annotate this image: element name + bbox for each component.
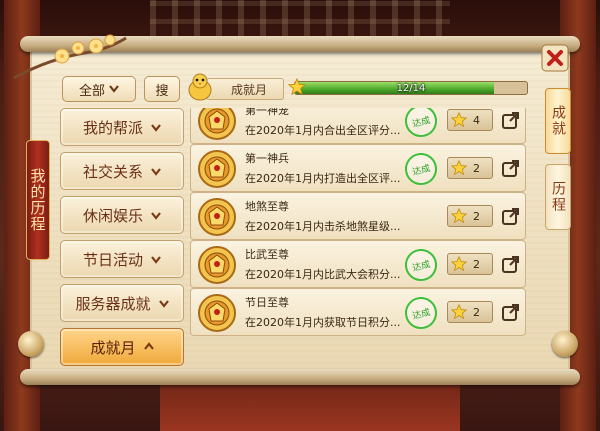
share-icon[interactable] [501,110,521,130]
reward-value: 2 [473,161,480,175]
chevron-down-icon [151,256,161,264]
reward-value: 2 [473,209,480,223]
menu-item-4[interactable]: 服务器成就 [60,284,184,322]
menu-item-2[interactable]: 休闲娱乐 [60,196,184,234]
menu-item-label: 休闲娱乐 [82,206,143,225]
star-icon [451,208,467,224]
achievement-row[interactable]: 比武至尊在2020年1月内比武大会积分... 达成 2 [190,240,526,288]
rod-knob-right [552,331,578,357]
achievement-desc: 在2020年1月内比武大会积分... [245,268,401,281]
completed-stamp: 达成 [401,245,441,285]
close-icon[interactable] [541,44,569,72]
category-menu: 我的帮派社交关系休闲娱乐节日活动服务器成就成就月 [60,108,184,372]
menu-item-label: 社交关系 [82,162,143,181]
achievement-emblem-icon [198,246,236,284]
achievement-title: 节日至尊 [245,296,289,309]
rod-knob-left [18,331,44,357]
reward-value: 4 [473,113,480,127]
achievement-row[interactable]: 节日至尊在2020年1月内获取节日积分... 达成 2 [190,288,526,336]
progress-text: 12/14 [396,82,426,94]
mascot-duck-icon [188,73,212,101]
star-icon [451,160,467,176]
share-icon[interactable] [501,206,521,226]
category-title: 成就月 [206,78,284,100]
completed-stamp: 达成 [401,149,441,189]
menu-item-label: 我的帮派 [82,118,143,137]
plum-blossom-decoration [13,34,127,80]
achievement-title: 地煞至尊 [245,200,289,213]
chevron-down-icon [158,300,169,308]
achievement-emblem-icon [198,198,236,236]
achievement-progress-bar: 12/14 [294,81,528,95]
search-button[interactable]: 搜 [144,76,180,102]
star-icon [451,304,467,320]
achievement-title: 第一神兵 [245,152,289,165]
tab-history[interactable]: 历程 [545,164,571,230]
menu-item-1[interactable]: 社交关系 [60,152,184,190]
reward-points: 2 [447,301,493,323]
menu-item-5[interactable]: 成就月 [60,328,184,366]
star-icon [451,256,467,272]
share-icon[interactable] [501,158,521,178]
achievement-emblem-icon [198,150,236,188]
achievement-desc: 在2020年1月内合出全区评分... [245,124,401,137]
menu-item-0[interactable]: 我的帮派 [60,108,184,146]
completed-stamp: 达成 [401,293,441,333]
menu-item-label: 服务器成就 [75,294,151,313]
achievement-emblem-icon [198,108,236,140]
reward-points: 4 [447,109,493,131]
achievement-desc: 在2020年1月内打造出全区评... [245,172,401,185]
achievement-desc: 在2020年1月内获取节日积分... [245,316,401,329]
star-icon [451,112,467,128]
achievement-desc: 在2020年1月内击杀地煞星级... [245,220,401,233]
share-icon[interactable] [501,254,521,274]
menu-item-3[interactable]: 节日活动 [60,240,184,278]
reward-value: 2 [473,305,480,319]
achievement-title: 比武至尊 [245,248,289,261]
achievement-row[interactable]: 第一神兵在2020年1月内打造出全区评... 达成 2 [190,144,526,192]
achievement-list[interactable]: 第一神宠 在2020年1月内合出全区评分... 达成 4 第一神兵 在2020年1月内打造… [190,108,530,360]
completed-stamp: 达成 [401,108,441,141]
reward-value: 2 [473,257,480,271]
reward-points: 2 [447,157,493,179]
menu-item-label: 成就月 [90,338,136,357]
achievement-row[interactable]: 第一神宠在2020年1月内合出全区评分... 达成 4 [190,108,526,144]
reward-points: 2 [447,253,493,275]
share-icon[interactable] [501,302,521,322]
achievement-emblem-icon [198,294,236,332]
star-icon [288,78,306,96]
reward-points: 2 [447,205,493,227]
tab-achievements[interactable]: 成就 [545,88,571,154]
menu-item-label: 节日活动 [82,250,143,269]
chevron-down-icon [151,168,161,176]
chevron-up-icon [143,342,154,350]
my-history-tab[interactable]: 我的历程 [26,140,50,260]
achievement-title: 第一神宠 [245,108,289,117]
chevron-down-icon [151,124,161,132]
chevron-down-icon [151,212,161,220]
achievement-row[interactable]: 地煞至尊在2020年1月内击杀地煞星级... 2 [190,192,526,240]
